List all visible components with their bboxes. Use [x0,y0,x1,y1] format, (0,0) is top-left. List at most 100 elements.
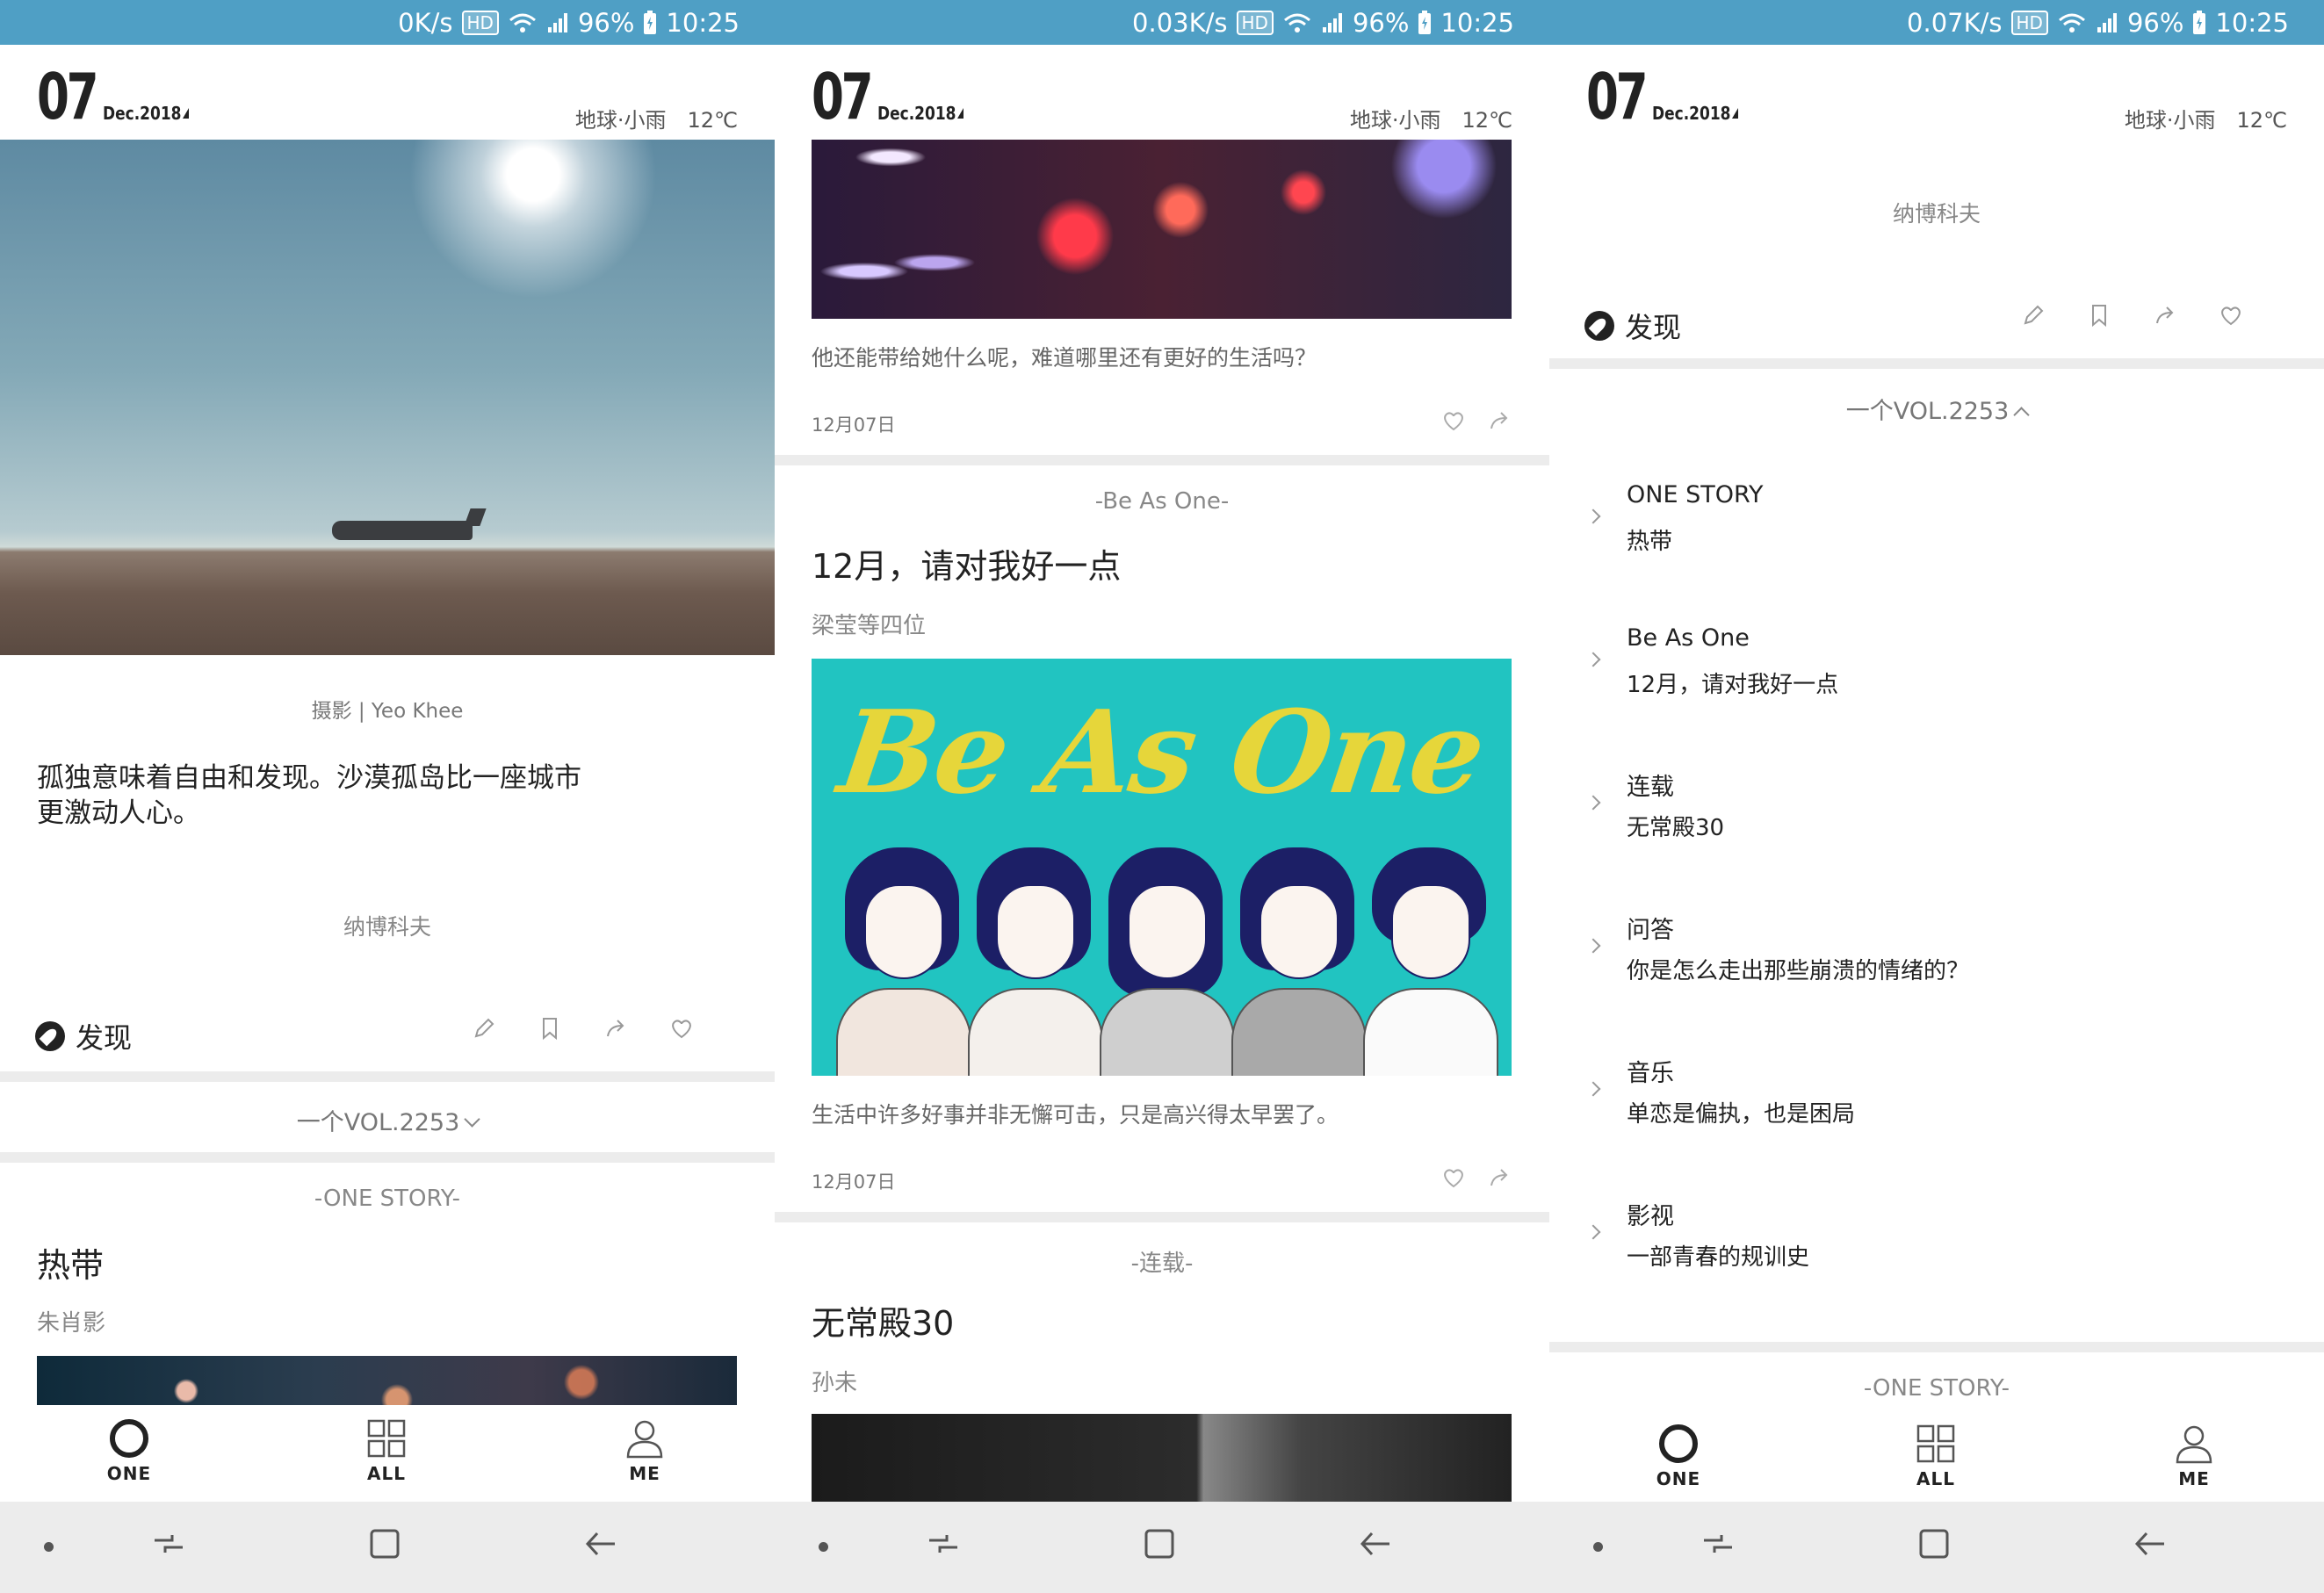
discover-button[interactable]: 发现 [1584,306,1681,346]
tab-one[interactable]: ONE [76,1417,182,1484]
screen-1: 0K/s HD 96% 10:25 07 Dec.2018 地球·小雨 12℃ 摄… [0,0,775,1593]
be-as-one-illustration[interactable]: Be As One [812,659,1512,1076]
list-item-category: Be As One [1627,624,1750,652]
chevron-up-icon [2013,407,2030,423]
recents-icon[interactable] [926,1526,961,1561]
nav-dot-icon [44,1542,54,1552]
date-day: 07 [37,60,99,133]
card-date: 12月07日 [812,414,896,436]
share-icon[interactable] [603,1015,629,1042]
clock: 10:25 [1440,7,1514,38]
illustration-person [1363,847,1498,1076]
recents-icon[interactable] [151,1526,186,1561]
heart-icon[interactable] [2218,302,2244,328]
hd-badge: HD [461,10,499,35]
compass-icon [1584,311,1614,341]
month-dropdown-icon[interactable] [183,108,189,119]
list-item-category: 影视 [1627,1203,1674,1230]
discover-button[interactable]: 发现 [35,1016,132,1056]
tab-all[interactable]: ALL [334,1417,439,1484]
recents-icon[interactable] [1700,1526,1736,1561]
battery-icon [644,10,657,34]
tab-bar: ONE ALL ME [1549,1410,2324,1502]
tab-me[interactable]: ME [2141,1423,2247,1489]
location: 地球·小雨 [1349,108,1441,133]
list-item-title: 热带 [1627,529,1673,555]
heart-icon[interactable] [1440,1164,1467,1191]
card-title[interactable]: 12月，请对我好一点 [812,539,1121,587]
list-item[interactable]: 连载 无常殿30 [1549,768,2324,908]
list-item[interactable]: 音乐 单恋是偏执，也是困局 [1549,1054,2324,1194]
daily-quote: 孤独意味着自由和发现。沙漠孤岛比一座城市更激动人心。 [37,762,581,829]
share-icon[interactable] [2152,302,2178,328]
temperature: 12℃ [1462,108,1513,133]
hd-badge: HD [2010,10,2048,35]
pencil-icon[interactable] [2020,302,2046,328]
share-icon[interactable] [1486,407,1512,434]
bookmark-icon[interactable] [537,1015,563,1042]
wifi-icon [1283,13,1310,32]
month-dropdown-icon[interactable] [957,108,964,119]
date-month[interactable]: Dec.2018 [877,103,956,124]
card-photo[interactable] [812,1414,1512,1502]
heart-icon[interactable] [1440,407,1467,434]
temperature: 12℃ [687,108,739,133]
signal-icon [1322,12,1342,32]
chevron-right-icon [1585,1081,1601,1097]
heart-icon[interactable] [668,1015,695,1042]
story-category: -ONE STORY- [314,1186,461,1212]
tab-one[interactable]: ONE [1626,1423,1731,1489]
date-month[interactable]: Dec.2018 [1652,103,1731,124]
card-title[interactable]: 无常殿30 [812,1296,954,1344]
signal-icon [547,12,567,32]
quote-actions [471,1015,695,1042]
home-icon[interactable] [367,1526,402,1561]
illustration-title: Be As One [831,685,1492,819]
cover-photo[interactable] [0,140,775,655]
list-item[interactable]: ONE STORY 热带 [1549,481,2324,622]
story-photo[interactable] [37,1356,737,1405]
home-icon[interactable] [1916,1526,1952,1561]
tab-all[interactable]: ALL [1883,1423,1988,1489]
android-nav-bar [775,1502,1549,1593]
battery-icon [2193,10,2206,34]
story-author: 朱肖影 [37,1310,106,1337]
card-actions [1440,1164,1512,1191]
tab-label: ME [2178,1468,2210,1489]
divider [775,1212,1549,1222]
status-bar: 0K/s HD 96% 10:25 [0,0,775,45]
home-icon[interactable] [1142,1526,1177,1561]
weather: 地球·小雨 12℃ [2104,103,2287,133]
one-circle-icon [110,1419,148,1458]
clock: 10:25 [2215,7,2289,38]
hd-badge: HD [1236,10,1274,35]
vol-toggle[interactable]: 一个VOL.2253 [0,1103,775,1137]
list-item[interactable]: 影视 一部青春的规训史 [1549,1197,2324,1337]
date-month[interactable]: Dec.2018 [103,103,182,124]
card-excerpt: 他还能带给她什么呢，难道哪里还有更好的生活吗？ [812,345,1317,371]
tab-label: ALL [1916,1468,1955,1489]
pencil-icon[interactable] [471,1015,497,1042]
bookmark-icon[interactable] [2086,302,2112,328]
chevron-right-icon [1585,1224,1601,1240]
month-dropdown-icon[interactable] [1732,108,1738,119]
quote-author: 纳博科夫 [343,914,431,940]
back-icon[interactable] [583,1526,618,1561]
chevron-right-icon [1585,508,1601,524]
tab-me[interactable]: ME [592,1417,697,1484]
list-item-title: 一部青春的规训史 [1627,1244,1810,1271]
back-icon[interactable] [1358,1526,1393,1561]
card-photo[interactable] [812,140,1512,319]
list-item-category: 音乐 [1627,1060,1674,1087]
vol-toggle[interactable]: 一个VOL.2253 [1549,392,2324,426]
share-icon[interactable] [1486,1164,1512,1191]
android-nav-bar [1549,1502,2324,1593]
status-bar: 0.07K/s HD 96% 10:25 [1549,0,2324,45]
screen-3: 0.07K/s HD 96% 10:25 07 Dec.2018 地球·小雨 12… [1549,0,2324,1593]
list-item[interactable]: 问答 你是怎么走出那些崩溃的情绪的？ [1549,911,2324,1051]
date-header: 07 Dec.2018 地球·小雨 12℃ [0,45,775,140]
back-icon[interactable] [2133,1526,2168,1561]
story-title[interactable]: 热带 [37,1238,104,1287]
list-item-title: 你是怎么走出那些崩溃的情绪的？ [1627,958,1970,984]
list-item[interactable]: Be As One 12月，请对我好一点 [1549,624,2324,765]
